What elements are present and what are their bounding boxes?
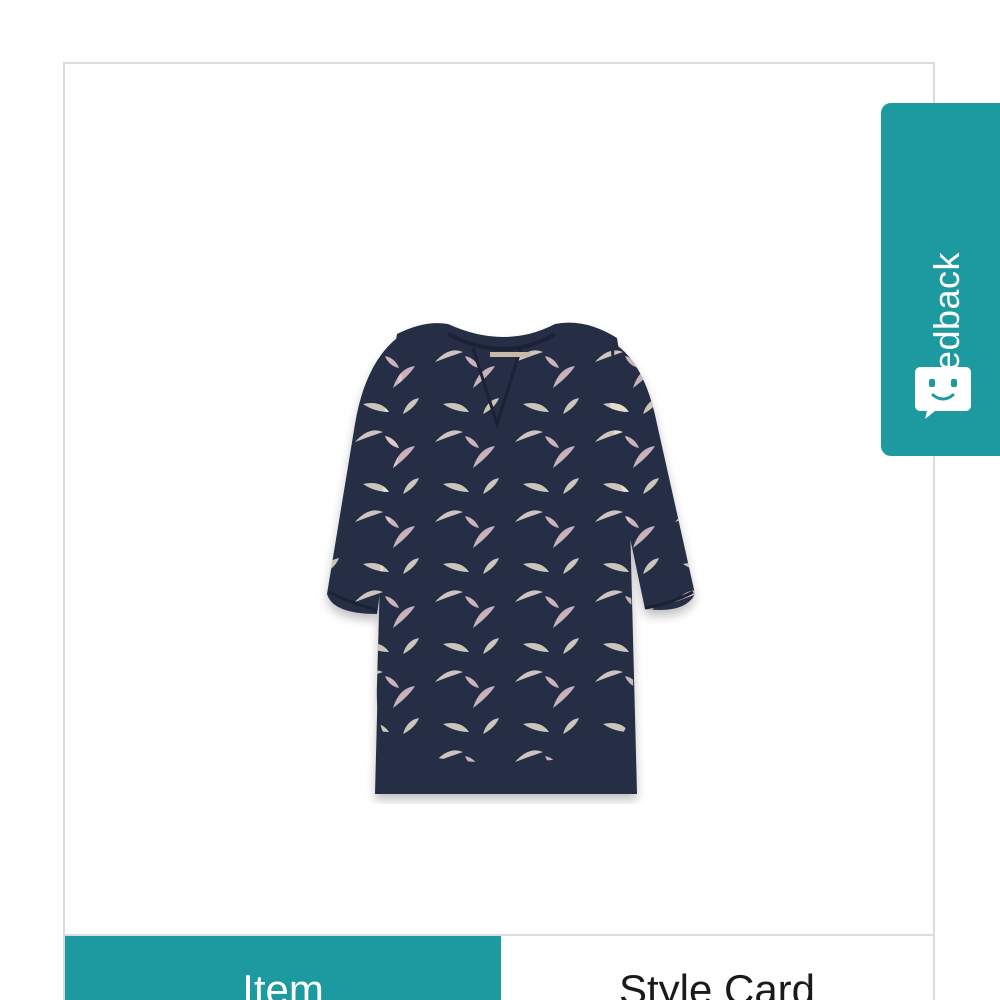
smiley-chat-icon (915, 367, 971, 419)
view-tabs: Item Style Card (65, 934, 933, 1000)
product-image[interactable] (265, 264, 745, 804)
product-card: Item Style Card (63, 62, 935, 1000)
tab-style-card[interactable]: Style Card (501, 936, 933, 1000)
tab-item[interactable]: Item (65, 936, 501, 1000)
feedback-button[interactable]: Feedback (881, 103, 1000, 456)
app-page: Item Style Card Feedback (0, 0, 1000, 1000)
